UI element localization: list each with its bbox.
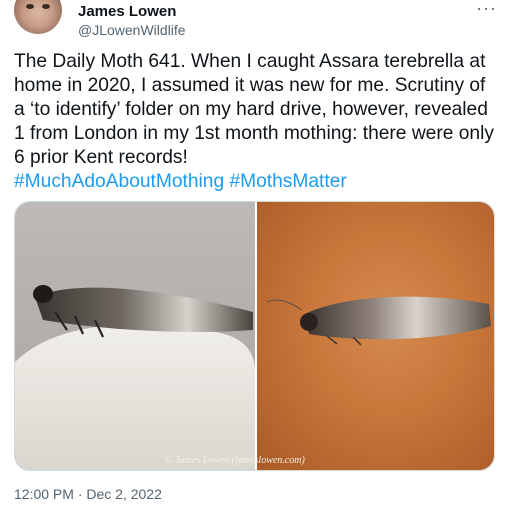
avatar[interactable] <box>14 0 62 34</box>
hashtag-link[interactable]: #MuchAdoAboutMothing <box>14 171 224 192</box>
tweet-timestamp[interactable]: 12:00 PM · Dec 2, 2022 <box>14 486 162 502</box>
tweet-body: The Daily Moth 641. When I caught Assara… <box>14 51 500 168</box>
more-horizontal-icon[interactable]: ··· <box>476 0 497 19</box>
photo-watermark: © James Lowen (jameslowen.com) <box>165 455 305 466</box>
tweet-text: The Daily Moth 641. When I caught Assara… <box>14 50 498 194</box>
avatar-eye <box>42 4 50 9</box>
moth-photo-right[interactable] <box>257 202 494 470</box>
author-handle[interactable]: @JLowenWildlife <box>78 22 186 38</box>
avatar-eye <box>26 4 34 9</box>
tweet-media[interactable]: © James Lowen (jameslowen.com) <box>14 201 495 471</box>
moth-photo-left[interactable] <box>15 202 255 470</box>
hashtag-link[interactable]: #MothsMatter <box>229 171 346 192</box>
author-name[interactable]: James Lowen <box>78 3 176 20</box>
